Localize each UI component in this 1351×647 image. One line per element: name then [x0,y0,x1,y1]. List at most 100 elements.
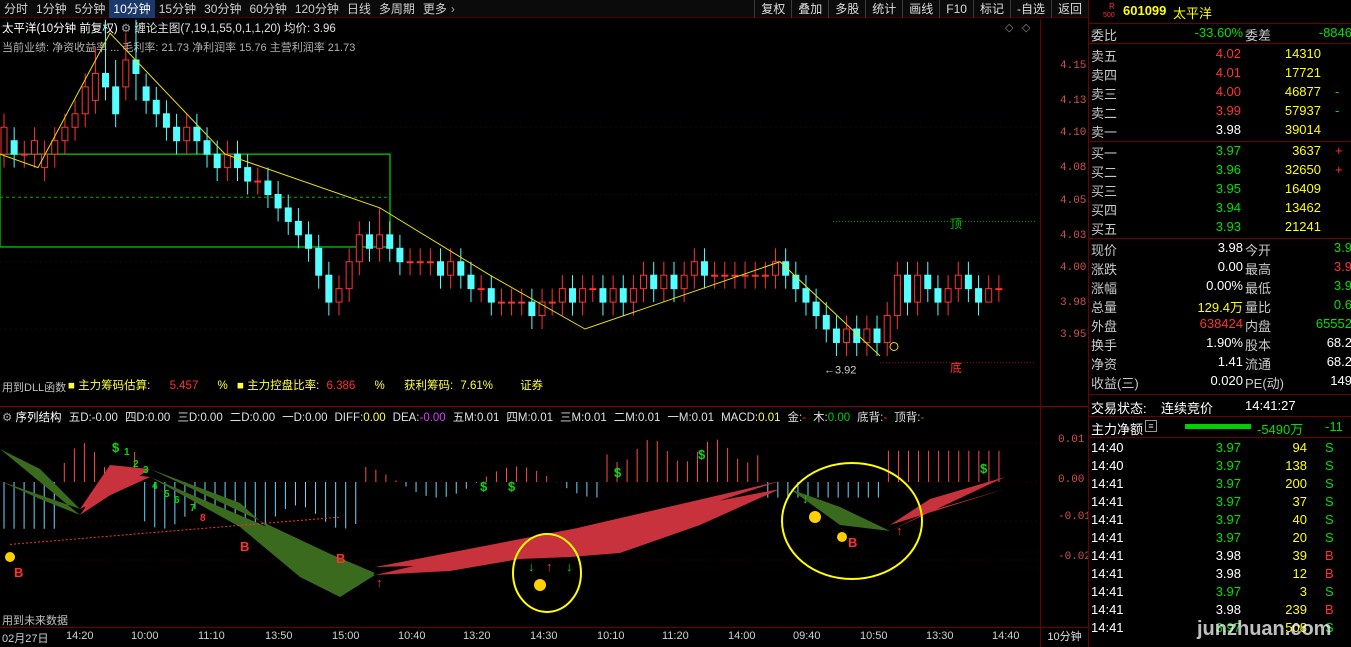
kline-chart[interactable]: 太平洋(10分钟 前复权) ⚙ 缠论主图(7,19,1,55,0,1,1,20)… [0,19,1088,407]
toolbar-button-5[interactable]: F10 [939,0,973,18]
candle-body [558,288,566,303]
candle-body [315,247,323,276]
stat-label: 涨幅 [1091,281,1118,296]
period-tab-2[interactable]: 5分钟 [71,0,110,18]
dll-label: 用到DLL函数 [2,382,67,394]
stat-value: 0.00% [1206,278,1243,293]
signal-marker: B [336,551,345,566]
candle-body [20,153,28,156]
profit-value: 7.61% [460,380,493,392]
time-tick: 13:30 [926,630,954,642]
period-tab-5[interactable]: 30分钟 [200,0,245,18]
stat-value: 0.6 [1333,297,1351,312]
bid-row[interactable]: 买二 3.96 32650 + [1089,162,1351,180]
ask-row[interactable]: 卖三 4.00 46877- [1089,84,1351,102]
tick-volume: 200 [1285,476,1307,491]
tick-side: S [1325,512,1334,527]
candle-body [700,261,708,276]
book-change: + [1335,143,1343,158]
weicha-label: 委差 [1245,28,1272,43]
candle-body [264,180,272,196]
book-volume: 46877 [1284,84,1321,99]
toolbar-button-0[interactable]: 复权 [754,0,791,18]
tick-row: 14:41 3.98 12 B [1089,566,1351,583]
book-price: 4.01 [1215,65,1241,80]
signal-marker: ↓ [528,559,535,574]
toolbar-button-1[interactable]: 叠加 [791,0,828,18]
period-tab-6[interactable]: 60分钟 [245,0,290,18]
low-price-marker: ←3.92 [824,364,856,376]
period-tab-8[interactable]: 日线 [343,0,375,18]
period-tab-3[interactable]: 10分钟 [109,0,155,18]
divider [1089,43,1351,44]
bid-row[interactable]: 买五 3.93 21241 [1089,219,1351,237]
period-tab-7[interactable]: 120分钟 [291,0,343,18]
up-band [80,465,150,515]
tick-time: 14:40 [1091,440,1124,455]
candle-body [711,274,719,277]
chevron-right-icon[interactable]: › [451,0,455,18]
candle-body [822,315,830,330]
bid-row[interactable]: 买三 3.95 16409 [1089,181,1351,199]
book-level-label: 买五 [1091,222,1118,237]
time-tick: 15:00 [332,630,360,642]
stat-value: 1.90% [1206,335,1243,350]
tick-row: 14:41 3.98 39 B [1089,548,1351,565]
candle-body [832,328,840,343]
ask-row[interactable]: 卖一 3.98 39014 [1089,122,1351,140]
time-tick: 10:10 [597,630,625,642]
candle-body [162,113,170,128]
signal-marker: $ [980,461,988,476]
book-volume: 3637 [1292,143,1321,158]
bid-row[interactable]: 买四 3.94 13462 [1089,200,1351,218]
candle-body [406,261,414,264]
stat-label: 今开 [1245,243,1272,258]
ask-row[interactable]: 卖五 4.02 14310 [1089,46,1351,64]
period-tab-4[interactable]: 15分钟 [155,0,200,18]
book-change: - [1335,84,1340,99]
stat-row: 换手 1.90% 股本 68.2 [1089,335,1351,353]
period-label[interactable]: 10分钟 [1040,628,1088,647]
tick-row: 14:41 3.97 200 S [1089,476,1351,493]
toolbar-button-6[interactable]: 标记 [972,0,1010,18]
list-icon[interactable]: ≡ [1145,420,1157,432]
candle-body [812,301,820,317]
tick-row: 14:41 3.97 37 S [1089,494,1351,511]
candle-body [305,234,313,249]
tick-side: B [1325,566,1334,581]
period-tab-1[interactable]: 1分钟 [32,0,71,18]
signal-icon [889,341,899,351]
candle-body [447,261,455,276]
toolbar-button-7[interactable]: -自选 [1009,0,1051,18]
toolbar-button-3[interactable]: 统计 [865,0,902,18]
toolbar-button-4[interactable]: 画线 [902,0,939,18]
candle-body [964,274,972,290]
ask-row[interactable]: 卖二 3.99 57937- [1089,103,1351,121]
stock-name: 太平洋 [1173,6,1213,21]
candle-body [193,126,201,142]
candle-body [873,328,881,343]
indicator-chart[interactable]: ⚙ 序列结构 五D:-0.00 四D:0.00 三D:0.00 二D:0.00 一D:0… [0,407,1091,627]
period-tab-9[interactable]: 多周期 [375,0,419,18]
signal-marker: 6 [174,495,180,506]
tick-price: 3.98 [1215,602,1241,617]
ask-row[interactable]: 卖四 4.01 17721 [1089,65,1351,83]
tick-row: 14:41 3.97 40 S [1089,512,1351,529]
candle-body [640,274,648,290]
toolbar-button-8[interactable]: 返回 [1050,0,1088,18]
period-toolbar: 分时 1分钟 5分钟 10分钟 15分钟 30分钟 60分钟 120分钟 日线 多周期 更多 › 复权… [0,0,1088,18]
tick-time: 14:41 [1091,620,1124,635]
period-tab-0[interactable]: 分时 [0,0,32,18]
bid-row[interactable]: 买一 3.97 3637 + [1089,143,1351,161]
candle-body [183,126,191,142]
book-level-label: 买一 [1091,146,1118,161]
signal-marker: B [14,565,23,580]
profit-label: 获利筹码: [403,380,454,392]
book-level-label: 买二 [1091,165,1118,180]
book-volume: 32650 [1284,162,1321,177]
candle-body [30,140,38,155]
toolbar-button-2[interactable]: 多股 [828,0,865,18]
more-dropdown[interactable]: 更多 [419,0,451,18]
candle-body [903,274,911,303]
stat-label: 收益(三) [1091,376,1139,391]
